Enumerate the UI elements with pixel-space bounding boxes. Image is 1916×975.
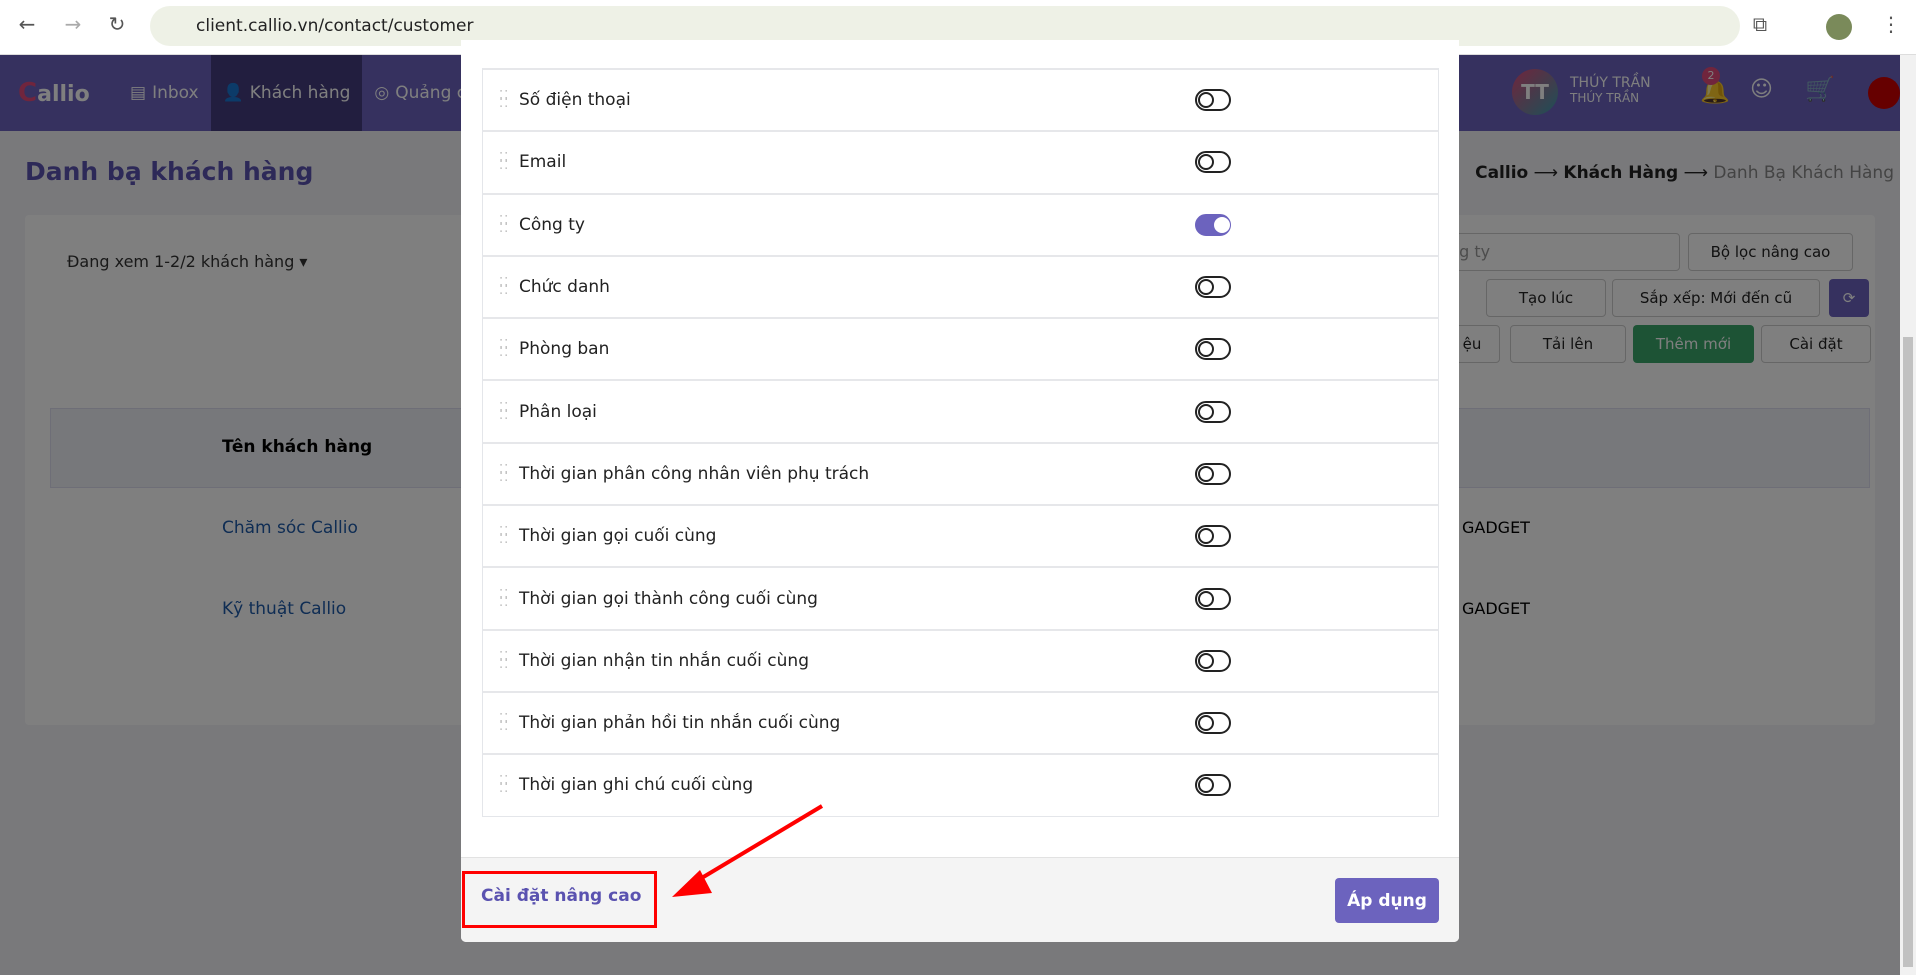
scrollbar[interactable] — [1900, 55, 1916, 975]
arrow-shaft — [688, 804, 824, 887]
scrollbar-thumb[interactable] — [1903, 337, 1913, 967]
annotation-arrow — [672, 804, 824, 897]
